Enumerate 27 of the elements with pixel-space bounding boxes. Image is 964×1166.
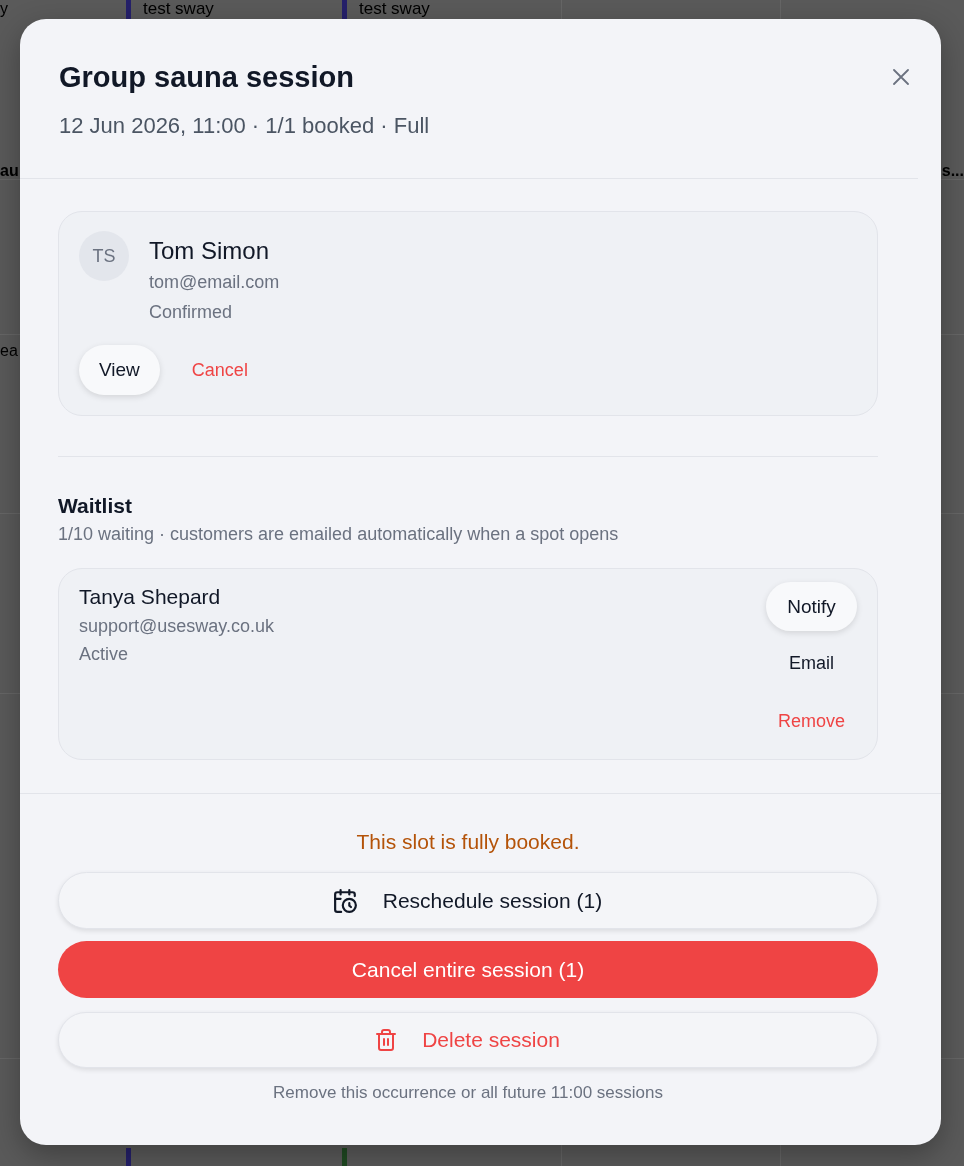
action-link[interactable]: Email — [776, 649, 846, 677]
customer-name: Tom Simon — [149, 236, 271, 266]
action-button[interactable]: Notify — [766, 582, 857, 631]
calendar-clock-icon — [333, 888, 357, 913]
dialog-title: Group sauna session — [59, 60, 355, 95]
action-button[interactable]: View — [79, 345, 160, 395]
notice-text: This slot is fully booked. — [356, 829, 580, 855]
clipped-text: s... — [941, 162, 964, 180]
customer-name: Tanya Shepard — [79, 584, 222, 610]
avatar: TS — [79, 231, 129, 281]
close-icon — [893, 69, 909, 85]
clipped-text: au — [0, 162, 19, 180]
customer-email: tom@email.com — [149, 271, 280, 294]
waitlist-status: Active — [79, 643, 130, 666]
section-description: 1/10 waiting · customers are emailed automatically when a spot opens — [58, 523, 620, 546]
reschedule-button[interactable]: Reschedule session (1) — [58, 872, 878, 929]
event-title: test sway — [143, 0, 214, 18]
booking-status: Confirmed — [149, 301, 234, 324]
customer-email: support@usesway.co.uk — [79, 615, 275, 638]
footnote-text: Remove this occurrence or all future 11:00 sessions — [273, 1082, 663, 1104]
section-title: Waitlist — [58, 493, 133, 519]
trash-icon — [376, 1029, 397, 1051]
dialog-subtitle: 12 Jun 2026, 11:00 · 1/1 booked · Full — [59, 112, 430, 140]
clipped-text: ea — [0, 342, 18, 360]
event-title: test sway — [359, 0, 430, 18]
cancel-session-button[interactable]: Cancel entire session (1) — [58, 941, 878, 998]
clipped-text: y — [0, 0, 8, 18]
